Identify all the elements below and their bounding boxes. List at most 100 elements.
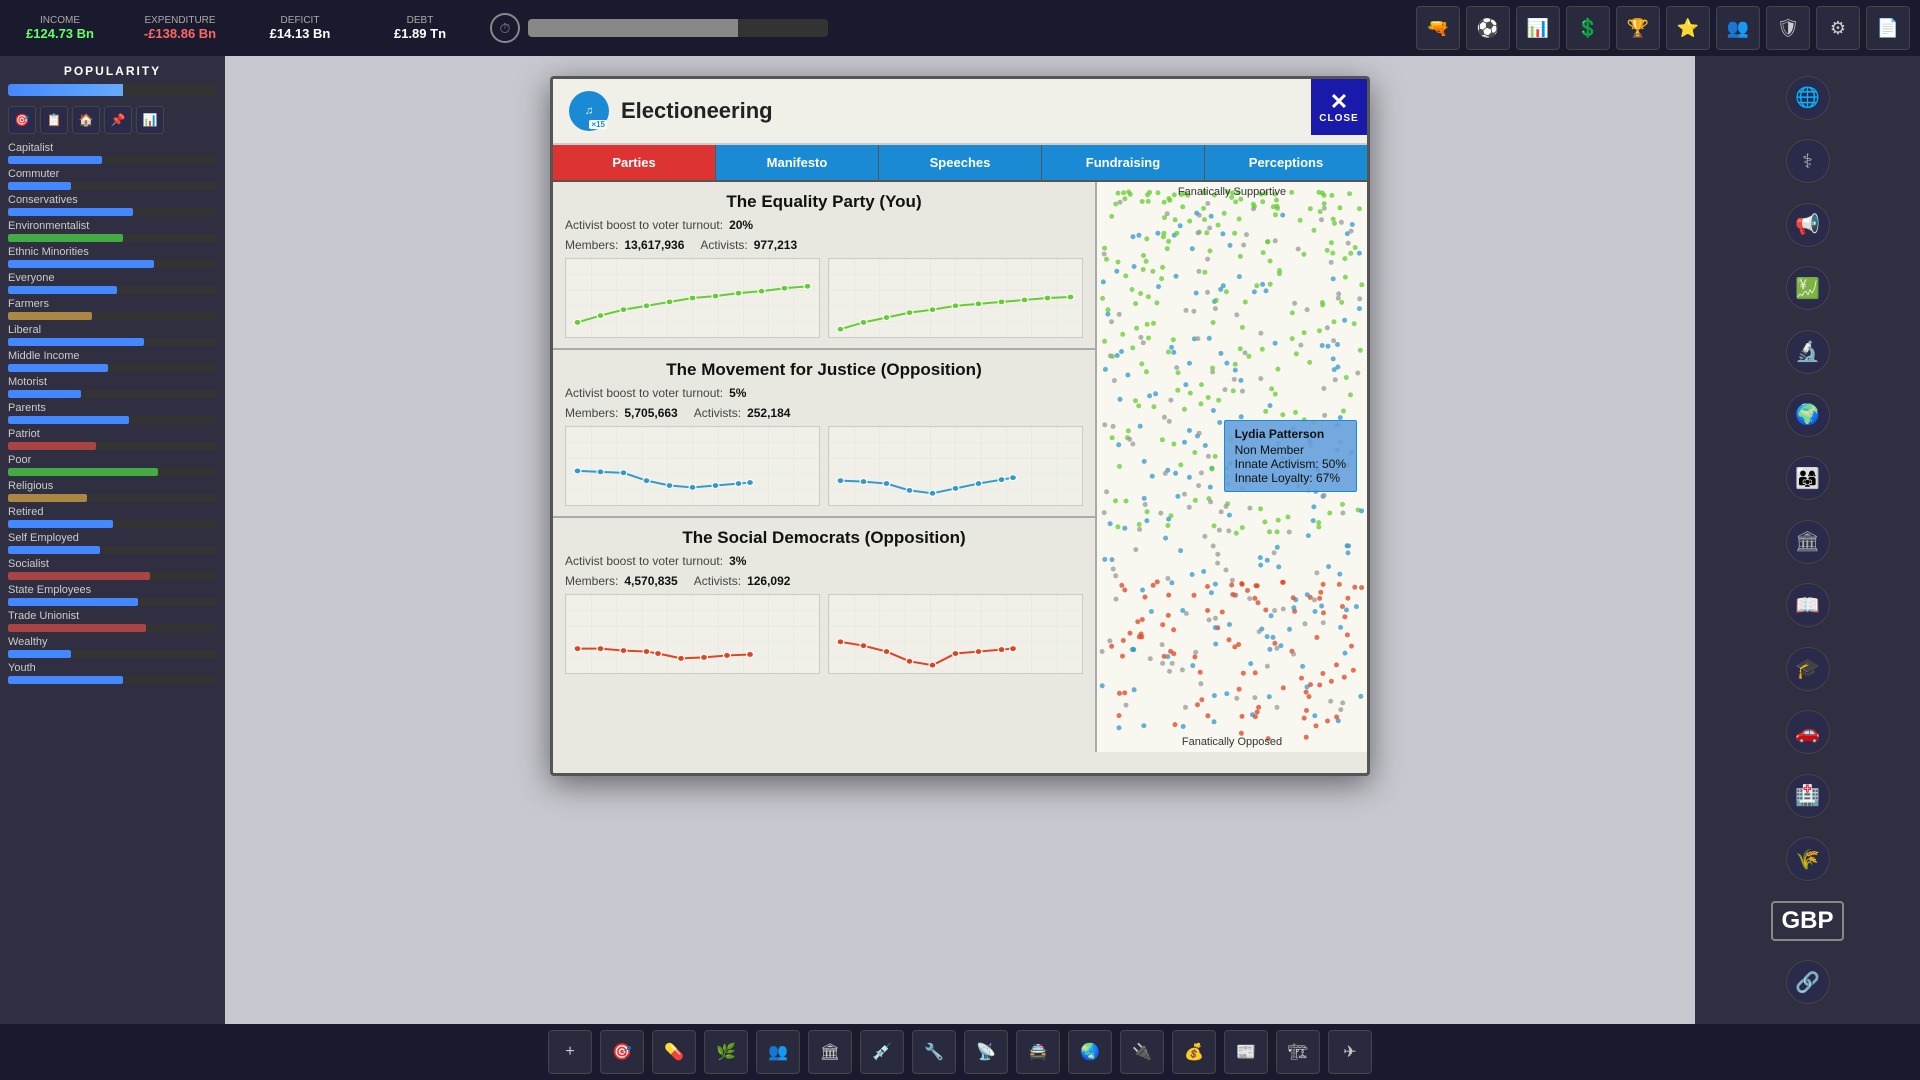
scatter-dot (1205, 290, 1210, 295)
doc-icon-btn[interactable]: 📄 (1866, 6, 1910, 50)
scatter-dot (1192, 593, 1197, 598)
tab-parties[interactable]: Parties (553, 145, 716, 180)
scatter-dot (1268, 259, 1273, 264)
scatter-dot (1317, 596, 1322, 601)
scatter-dot (1352, 321, 1357, 326)
bottom-btn-8[interactable]: 🔧 (912, 1030, 956, 1074)
scatter-dot (1208, 485, 1213, 490)
bottom-btn-15[interactable]: 🏗 (1276, 1030, 1320, 1074)
right-icon-3[interactable]: 📢 (1786, 203, 1830, 247)
group-bar-bg (8, 598, 217, 606)
right-icon-1[interactable]: 🌐 (1786, 76, 1830, 120)
bottom-btn-10[interactable]: 🚔 (1016, 1030, 1060, 1074)
group-bar-bg (8, 260, 217, 268)
chart-icon-btn[interactable]: 📊 (1516, 6, 1560, 50)
right-icon-5[interactable]: 🔬 (1786, 330, 1830, 374)
group-bar-fill (8, 676, 123, 684)
tab-perceptions[interactable]: Perceptions (1205, 145, 1367, 180)
right-icon-14[interactable]: 🔗 (1786, 960, 1830, 1004)
bottom-btn-12[interactable]: 🔌 (1120, 1030, 1164, 1074)
sidebar-group-self-employed: Self Employed (8, 532, 217, 554)
sidebar-icon-3[interactable]: 🏠 (72, 106, 100, 134)
bottom-btn-2[interactable]: 🎯 (600, 1030, 644, 1074)
scatter-dot (1328, 699, 1333, 704)
bottom-btn-13[interactable]: 💰 (1172, 1030, 1216, 1074)
trophy-icon-btn[interactable]: 🏆 (1616, 6, 1660, 50)
bottom-btn-4[interactable]: 🌿 (704, 1030, 748, 1074)
right-icon-10[interactable]: 🎓 (1786, 647, 1830, 691)
bottom-btn-5[interactable]: 👥 (756, 1030, 800, 1074)
bottom-btn-16[interactable]: ✈ (1328, 1030, 1372, 1074)
group-bar-bg (8, 156, 217, 164)
people-icon-btn[interactable]: 👥 (1716, 6, 1760, 50)
right-icon-6[interactable]: 🌍 (1786, 393, 1830, 437)
scatter-dot (1106, 307, 1111, 312)
tab-fundraising[interactable]: Fundraising (1042, 145, 1205, 180)
scatter-dot (1292, 301, 1297, 306)
tab-manifesto[interactable]: Manifesto (716, 145, 879, 180)
scatter-dot (1268, 403, 1273, 408)
activists-label-2: Activists: (694, 574, 741, 588)
close-button[interactable]: ✕ CLOSE (1311, 79, 1367, 135)
bottom-btn-9[interactable]: 📡 (964, 1030, 1008, 1074)
scatter-dot (1261, 250, 1266, 255)
bottom-btn-7[interactable]: 💉 (860, 1030, 904, 1074)
party-section-1: The Movement for Justice (Opposition) Ac… (553, 350, 1095, 518)
sidebar-group-patriot: Patriot (8, 428, 217, 450)
scatter-dot (1217, 420, 1222, 425)
sidebar-icon-1[interactable]: 🎯 (8, 106, 36, 134)
sidebar-group-capitalist: Capitalist (8, 142, 217, 164)
scatter-dot (1209, 467, 1214, 472)
scatter-dot (1233, 199, 1238, 204)
star-icon-btn[interactable]: ⭐ (1666, 6, 1710, 50)
right-icon-12[interactable]: 🏥 (1786, 774, 1830, 818)
bottom-btn-3[interactable]: 💊 (652, 1030, 696, 1074)
scatter-dot (1127, 437, 1132, 442)
bottom-btn-14[interactable]: 📰 (1224, 1030, 1268, 1074)
timer-icon[interactable]: ⏱ (490, 13, 520, 43)
popularity-bar (8, 84, 217, 96)
scatter-dot (1269, 613, 1274, 618)
right-icon-7[interactable]: 👨‍👩‍👧 (1786, 456, 1830, 500)
settings-icon-btn[interactable]: ⚙ (1816, 6, 1860, 50)
scatter-dot (1329, 679, 1334, 684)
group-bar-bg (8, 676, 217, 684)
members-value-0: 13,617,936 (624, 238, 684, 252)
bottom-btn-1[interactable]: + (548, 1030, 592, 1074)
scatter-dot (1145, 322, 1150, 327)
scatter-dot (1312, 228, 1317, 233)
scatter-dot (1158, 511, 1163, 516)
scatter-dot (1320, 300, 1325, 305)
right-icon-4[interactable]: 💹 (1786, 266, 1830, 310)
soccer-icon-btn[interactable]: ⚽ (1466, 6, 1510, 50)
right-icon-9[interactable]: 📖 (1786, 583, 1830, 627)
scatter-dot (1308, 682, 1313, 687)
right-icon-8[interactable]: 🏛 (1786, 520, 1830, 564)
scatter-dot (1321, 386, 1326, 391)
scatter-dot (1114, 269, 1119, 274)
sidebar-icon-5[interactable]: 📊 (136, 106, 164, 134)
sidebar-group-socialist: Socialist (8, 558, 217, 580)
sidebar-group-commuter: Commuter (8, 168, 217, 190)
group-bar-fill (8, 234, 123, 242)
right-icon-2[interactable]: ⚕ (1786, 139, 1830, 183)
scatter-dot (1160, 265, 1165, 270)
sidebar-icon-4[interactable]: 📌 (104, 106, 132, 134)
scatter-dot (1122, 690, 1127, 695)
bottom-btn-11[interactable]: 🌏 (1068, 1030, 1112, 1074)
scatter-dot (1342, 675, 1347, 680)
scatter-dot (1343, 275, 1348, 280)
sidebar-icon-2[interactable]: 📋 (40, 106, 68, 134)
scatter-dot (1318, 209, 1323, 214)
bottom-btn-6[interactable]: 🏛 (808, 1030, 852, 1074)
shield-icon-btn[interactable]: 🛡 (1766, 6, 1810, 50)
gun-icon-btn[interactable]: 🔫 (1416, 6, 1460, 50)
scatter-dot (1273, 341, 1278, 346)
boost-label-1: Activist boost to voter turnout: (565, 386, 723, 400)
dollar-icon-btn[interactable]: 💲 (1566, 6, 1610, 50)
tab-speeches[interactable]: Speeches (879, 145, 1042, 180)
right-icon-13[interactable]: 🌾 (1786, 837, 1830, 881)
right-icon-11[interactable]: 🚗 (1786, 710, 1830, 754)
scatter-dot (1296, 484, 1301, 489)
scatter-dot (1280, 580, 1285, 585)
